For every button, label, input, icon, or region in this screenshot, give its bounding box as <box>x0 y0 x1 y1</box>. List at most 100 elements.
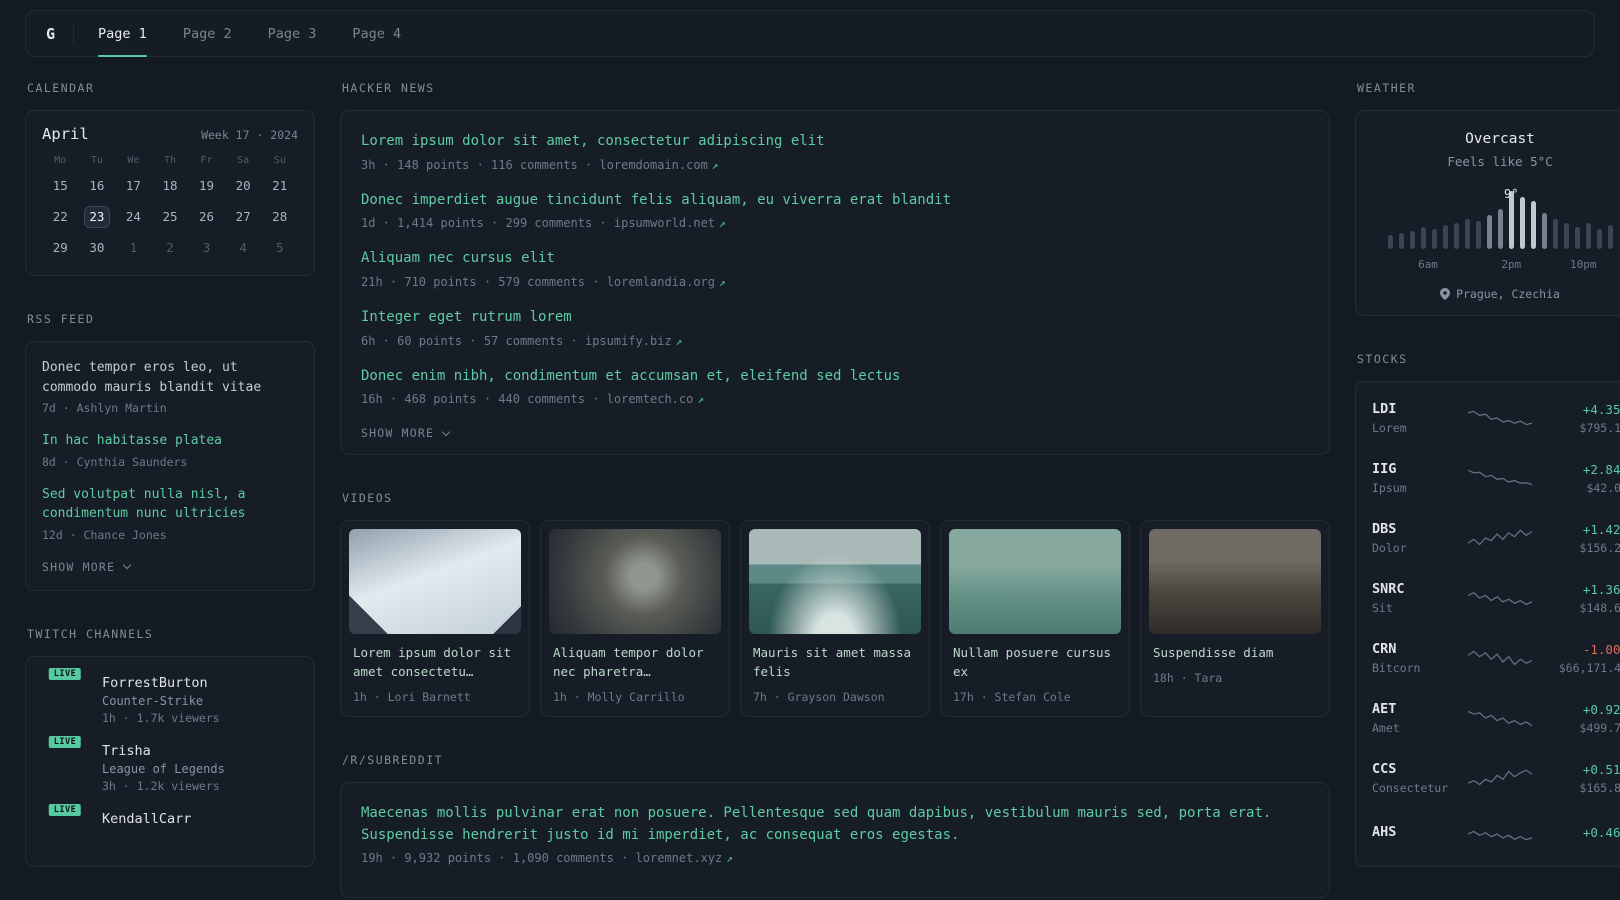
stock-row[interactable]: IIG Ipsum +2.84% $42.04 <box>1372 448 1620 508</box>
stock-row[interactable]: AHS +0.46% <box>1372 808 1620 860</box>
channel-game: League of Legends <box>102 761 225 776</box>
stocks-widget-title: STOCKS <box>1357 352 1408 366</box>
video-title: Suspendisse diam <box>1153 645 1274 661</box>
video-card[interactable]: Aliquam tempor dolor nec pharetra… 1h · … <box>540 520 730 717</box>
right-column: WEATHER Overcast Feels like 5°C 9° 6am 2… <box>1355 81 1620 900</box>
temp-bar <box>1519 197 1525 249</box>
stock-name: Sit <box>1372 601 1393 615</box>
calendar-day: 21 <box>272 178 288 193</box>
reddit-post-link[interactable]: Maecenas mollis pulvinar erat non posuer… <box>361 803 1309 846</box>
external-link-icon: ↗ <box>719 276 726 290</box>
stock-symbol: DBS <box>1372 521 1397 537</box>
news-source: loremdomain.com <box>599 157 708 172</box>
stock-name: Ipsum <box>1372 481 1407 495</box>
rss-show-more-button[interactable]: SHOW MORE <box>42 558 132 574</box>
news-source: loremtech.co <box>606 392 694 407</box>
stocks-card: LDI Lorem +4.35% $795.18 IIG Ipsum <box>1355 381 1620 867</box>
reddit-post: Maecenas mollis pulvinar erat non posuer… <box>361 803 1309 865</box>
rss-item: Donec tempor eros leo, ut commodo mauris… <box>42 358 298 415</box>
stock-change: +0.46% <box>1582 824 1620 840</box>
tab-page-3[interactable]: Page 3 <box>268 11 317 56</box>
twitch-widget: TWITCH CHANNELS LIVE ForrestBurton Count… <box>25 627 315 867</box>
twitch-channel-row[interactable]: LIVE Trisha League of Legends 3h · 1.2k … <box>42 733 298 793</box>
video-meta: 1h · Lori Barnett <box>353 689 471 704</box>
temp-bar <box>1574 227 1580 249</box>
external-link-icon: ↗ <box>675 334 683 348</box>
videos-widget-title: VIDEOS <box>342 491 393 506</box>
stock-row[interactable]: CCS Consectetur +0.51% $165.84 <box>1372 748 1620 808</box>
twitch-card: LIVE ForrestBurton Counter-Strike 1h · 1… <box>25 655 315 867</box>
news-meta-text: 6h · 60 points · 57 comments · <box>361 333 585 348</box>
video-card[interactable]: Mauris sit amet massa felis 7h · Grayson… <box>740 520 930 717</box>
weather-hourly-chart: 9° 6am 2pm 10pm <box>1387 187 1613 273</box>
logo-divider <box>73 22 75 45</box>
channel-name: Trisha <box>102 742 151 759</box>
rss-item-link[interactable]: In hac habitasse platea <box>42 431 298 451</box>
stock-symbol: AHS <box>1372 824 1397 840</box>
news-item: Donec enim nibh, condimentum et accumsan… <box>361 366 1309 407</box>
video-card[interactable]: Nullam posuere cursus ex 17h · Stefan Co… <box>940 520 1130 717</box>
news-item-link[interactable]: Aliquam nec cursus elit <box>361 248 1309 270</box>
top-navigation: G Page 1 Page 2 Page 3 Page 4 <box>25 10 1595 57</box>
calendar-day: 17 <box>125 178 141 193</box>
stock-sparkline <box>1464 585 1536 611</box>
temp-bar <box>1552 219 1558 249</box>
video-meta: 1h · Molly Carrillo <box>553 689 685 704</box>
twitch-widget-title: TWITCH CHANNELS <box>27 626 154 641</box>
show-more-label: SHOW MORE <box>361 426 435 441</box>
temp-bar <box>1596 229 1602 249</box>
twitch-channel-row[interactable]: LIVE ForrestBurton Counter-Strike 1h · 1… <box>42 665 298 725</box>
weather-widget-title: WEATHER <box>1357 81 1416 95</box>
rss-widget-title: RSS FEED <box>27 312 95 326</box>
stock-change: +2.84% <box>1582 461 1620 477</box>
news-item-link[interactable]: Integer eget rutrum lorem <box>361 307 1309 329</box>
stock-sparkline <box>1464 645 1536 671</box>
stock-row[interactable]: AET Amet +0.92% $499.72 <box>1372 688 1620 748</box>
stock-row[interactable]: CRN Bitcorn -1.00% $66,171.48 <box>1372 628 1620 688</box>
rss-card: Donec tempor eros leo, ut commodo mauris… <box>25 341 315 591</box>
stock-sparkline <box>1464 821 1536 847</box>
hn-show-more-button[interactable]: SHOW MORE <box>361 424 451 441</box>
weather-feels-like: Feels like 5°C <box>1447 154 1553 169</box>
rss-item-meta: 12d · Chance Jones <box>42 527 167 542</box>
calendar-day: 18 <box>162 178 178 193</box>
news-source: loremlandia.org <box>606 275 716 290</box>
twitch-channel-row[interactable]: LIVE KendallCarr <box>42 801 298 830</box>
stock-row[interactable]: LDI Lorem +4.35% $795.18 <box>1372 388 1620 448</box>
calendar-day: 27 <box>235 209 251 224</box>
calendar-day: 20 <box>235 178 251 193</box>
stock-row[interactable]: SNRC Sit +1.36% $148.64 <box>1372 568 1620 628</box>
reddit-post-meta: 19h · 9,932 points · 1,090 comments · lo… <box>361 851 1309 865</box>
video-card[interactable]: Suspendisse diam 18h · Tara <box>1140 520 1330 717</box>
dow-label: Th <box>163 155 177 166</box>
tab-page-1[interactable]: Page 1 <box>98 11 147 57</box>
stock-symbol: CRN <box>1372 641 1397 657</box>
stock-row[interactable]: DBS Dolor +1.42% $156.28 <box>1372 508 1620 568</box>
rss-item-link[interactable]: Sed volutpat nulla nisl, a condimentum n… <box>42 485 298 524</box>
tab-page-4[interactable]: Page 4 <box>352 11 401 56</box>
rss-item-link[interactable]: Donec tempor eros leo, ut commodo mauris… <box>42 358 298 397</box>
calendar-week-year: Week 17 · 2024 <box>201 128 298 142</box>
tab-page-2[interactable]: Page 2 <box>183 11 232 56</box>
temp-bar <box>1563 223 1569 249</box>
calendar-card: April Week 17 · 2024 Mo Tu We Th Fr Sa S… <box>25 110 315 276</box>
calendar-day: 24 <box>125 209 141 224</box>
video-thumbnail <box>749 529 921 635</box>
dow-label: Tu <box>90 155 103 166</box>
calendar-day: 19 <box>199 178 215 193</box>
news-item-link[interactable]: Lorem ipsum dolor sit amet, consectetur … <box>361 131 1309 153</box>
calendar-month: April <box>42 125 89 143</box>
video-card[interactable]: Lorem ipsum dolor sit amet consectetu… 1… <box>340 520 530 717</box>
news-item-meta: 1d · 1,414 points · 299 comments · ipsum… <box>361 216 1309 230</box>
stock-symbol: CCS <box>1372 761 1397 777</box>
dashboard-page: G Page 1 Page 2 Page 3 Page 4 CALENDAR A… <box>0 0 1620 900</box>
video-title: Lorem ipsum dolor sit amet consectetu… <box>353 645 512 680</box>
news-item-meta: 6h · 60 points · 57 comments · ipsumify.… <box>361 334 1309 348</box>
news-item-link[interactable]: Donec enim nibh, condimentum et accumsan… <box>361 366 1309 388</box>
news-item-meta: 16h · 468 points · 440 comments · loremt… <box>361 392 1309 406</box>
live-badge: LIVE <box>46 665 84 682</box>
videos-row: Lorem ipsum dolor sit amet consectetu… 1… <box>340 520 1330 717</box>
channel-name: KendallCarr <box>102 810 192 827</box>
news-item-link[interactable]: Donec imperdiet augue tincidunt felis al… <box>361 190 1309 212</box>
news-item: Donec imperdiet augue tincidunt felis al… <box>361 190 1309 231</box>
